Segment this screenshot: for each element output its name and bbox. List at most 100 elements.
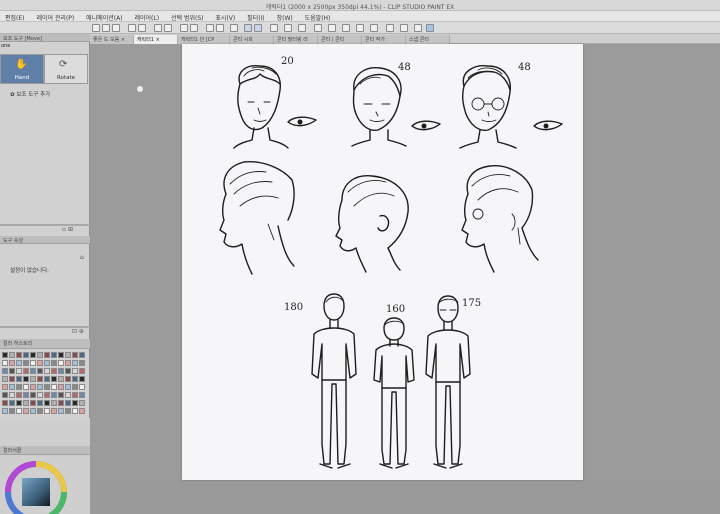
color-swatch[interactable]	[51, 384, 57, 390]
color-swatch[interactable]	[37, 392, 43, 398]
tab-6[interactable]: 콘티 | 콘티	[318, 35, 362, 44]
color-swatch[interactable]	[30, 352, 36, 358]
menu-animation[interactable]: 애니메이션(A)	[81, 11, 127, 22]
eyedropper-icon[interactable]	[370, 24, 378, 32]
pen-icon[interactable]	[284, 24, 292, 32]
transform-icon[interactable]	[180, 24, 188, 32]
color-swatch[interactable]	[58, 368, 64, 374]
tab-8[interactable]: 스냅 콘티	[406, 35, 450, 44]
tab-4[interactable]: 콘티 시트	[230, 35, 274, 44]
stamp-icon[interactable]	[314, 24, 322, 32]
undo-icon[interactable]	[128, 24, 136, 32]
color-swatch[interactable]	[30, 368, 36, 374]
brush-icon[interactable]	[298, 24, 306, 32]
color-swatch[interactable]	[9, 368, 15, 374]
color-swatch[interactable]	[65, 360, 71, 366]
color-swatch[interactable]	[2, 384, 8, 390]
color-swatch[interactable]	[30, 392, 36, 398]
special-ruler-icon[interactable]	[254, 24, 262, 32]
color-swatch[interactable]	[2, 352, 8, 358]
color-swatch[interactable]	[44, 352, 50, 358]
color-swatch[interactable]	[58, 392, 64, 398]
color-swatch[interactable]	[65, 400, 71, 406]
color-swatch[interactable]	[9, 408, 15, 414]
deselect-icon[interactable]	[190, 24, 198, 32]
tab-7[interactable]: 콘티 작가	[362, 35, 406, 44]
color-swatch[interactable]	[58, 352, 64, 358]
color-swatch[interactable]	[65, 368, 71, 374]
menu-layer[interactable]: 레이어(L)	[129, 11, 164, 22]
color-swatch[interactable]	[2, 392, 8, 398]
color-swatch[interactable]	[44, 400, 50, 406]
color-wheel[interactable]	[4, 458, 68, 514]
color-swatch[interactable]	[51, 408, 57, 414]
color-swatch[interactable]	[65, 352, 71, 358]
color-swatch[interactable]	[2, 360, 8, 366]
color-icon[interactable]	[426, 24, 434, 32]
color-swatch[interactable]	[58, 408, 64, 414]
menu-edit[interactable]: 편집(E)	[0, 11, 30, 22]
color-swatch[interactable]	[16, 376, 22, 382]
hand-tool-button[interactable]: ✋ Hand	[0, 54, 44, 84]
ruler-snap-icon[interactable]	[244, 24, 252, 32]
pin-icon[interactable]: ⌂	[80, 254, 84, 261]
color-swatch[interactable]	[37, 384, 43, 390]
invert-icon[interactable]	[216, 24, 224, 32]
color-swatch[interactable]	[72, 376, 78, 382]
color-swatch[interactable]	[23, 392, 29, 398]
fill-icon[interactable]	[164, 24, 172, 32]
color-swatch[interactable]	[51, 352, 57, 358]
color-swatch[interactable]	[72, 360, 78, 366]
color-swatch[interactable]	[23, 360, 29, 366]
color-swatch[interactable]	[2, 400, 8, 406]
color-swatch[interactable]	[23, 384, 29, 390]
color-swatch[interactable]	[37, 408, 43, 414]
color-swatch[interactable]	[37, 400, 43, 406]
color-swatch[interactable]	[2, 408, 8, 414]
color-swatch[interactable]	[72, 400, 78, 406]
color-swatch[interactable]	[72, 368, 78, 374]
select-all-icon[interactable]	[206, 24, 214, 32]
drawing-canvas[interactable]: 20 48 48 180 160 175	[182, 44, 583, 480]
color-swatch[interactable]	[79, 400, 85, 406]
image-icon-3[interactable]	[414, 24, 422, 32]
color-swatch[interactable]	[30, 360, 36, 366]
color-swatch[interactable]	[79, 384, 85, 390]
color-swatch[interactable]	[37, 368, 43, 374]
color-swatch[interactable]	[79, 360, 85, 366]
snap-icon[interactable]	[230, 24, 238, 32]
color-swatch[interactable]	[44, 408, 50, 414]
color-swatch[interactable]	[16, 368, 22, 374]
color-swatch[interactable]	[65, 408, 71, 414]
color-swatch[interactable]	[44, 360, 50, 366]
color-swatch[interactable]	[37, 352, 43, 358]
tab-3[interactable]: 캐릭터1 안 [CP	[178, 35, 230, 44]
tab-5[interactable]: 콘티 필터링 리	[274, 35, 318, 44]
plus-icon[interactable]	[328, 24, 336, 32]
clear-icon[interactable]	[154, 24, 162, 32]
image-icon-2[interactable]	[400, 24, 408, 32]
color-swatch[interactable]	[23, 400, 29, 406]
color-swatch[interactable]	[37, 376, 43, 382]
redo-icon[interactable]	[138, 24, 146, 32]
color-swatch[interactable]	[9, 360, 15, 366]
color-swatch[interactable]	[51, 376, 57, 382]
color-swatch[interactable]	[51, 400, 57, 406]
color-swatch[interactable]	[44, 392, 50, 398]
color-swatch[interactable]	[51, 368, 57, 374]
color-swatch[interactable]	[44, 368, 50, 374]
color-swatch[interactable]	[9, 352, 15, 358]
tab-1[interactable]: 좋은 도 모음 ×	[90, 35, 134, 44]
color-swatch[interactable]	[65, 392, 71, 398]
color-swatch[interactable]	[79, 352, 85, 358]
zoom-icon[interactable]: ⊡ ⊕	[72, 328, 84, 335]
color-swatch[interactable]	[51, 392, 57, 398]
color-history-swatches[interactable]	[2, 352, 88, 418]
color-swatch[interactable]	[58, 376, 64, 382]
color-swatch[interactable]	[9, 400, 15, 406]
color-swatch[interactable]	[30, 408, 36, 414]
menu-window[interactable]: 창(W)	[272, 11, 298, 22]
save-icon[interactable]	[112, 24, 120, 32]
plus-icon-3[interactable]	[356, 24, 364, 32]
color-swatch[interactable]	[65, 376, 71, 382]
